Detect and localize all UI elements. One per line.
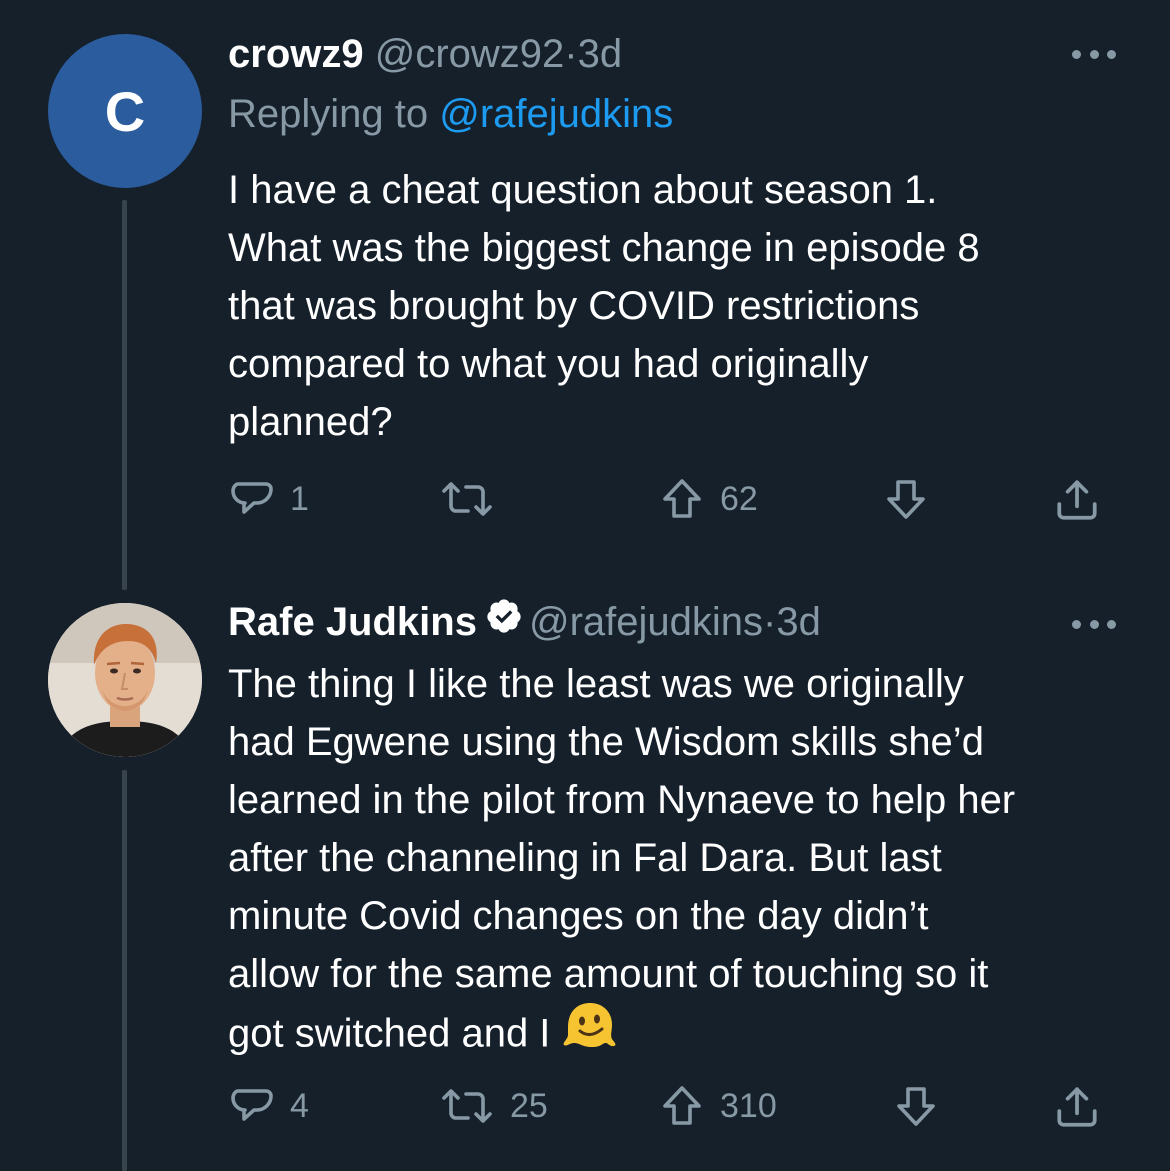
thread-line-bottom [122,770,127,1171]
downvote-button[interactable] [882,475,930,523]
tweet-text: The thing I like the least was we origin… [228,655,1015,1069]
reply-button[interactable]: 4 [228,1082,309,1130]
tweet-text-line: learned in the pilot from Nynaeve to hel… [228,778,1016,822]
thread-line-top [122,200,127,590]
melting-face-emoji [562,999,618,1065]
upvote-count: 62 [720,479,758,518]
separator-dot: · [564,32,578,76]
share-icon [1057,1087,1097,1127]
retweet-count: 25 [510,1086,548,1125]
reply-button[interactable]: 1 [228,475,309,523]
tweet-text-line: allow for the same amount of touching so… [228,952,989,996]
upvote-button[interactable]: 62 [658,475,758,523]
avatar-letter: C [104,79,146,143]
share-button[interactable] [1052,1082,1102,1132]
tweet-text-line: got switched and I [228,1003,1015,1069]
tweet-text-line: The thing I like the least was we origin… [228,662,964,706]
reply-count: 4 [290,1086,309,1125]
timestamp[interactable]: 3d [578,32,623,76]
share-icon [1057,480,1097,520]
upvote-icon [663,479,701,518]
reply-icon [231,482,273,514]
replying-prefix: Replying to [228,92,429,136]
tweet-header: Rafe Judkins @rafejudkins·3d [228,598,821,649]
action-bar: 4 25 310 [228,1082,1108,1132]
tweet-text-line: planned? [228,400,393,444]
tweet-text-line: had Egwene using the Wisdom skills she’d [228,720,984,764]
separator-dot: · [763,600,777,644]
tweet-text-line: that was brought by COVID restrictions [228,284,920,328]
handle[interactable]: @crowz92 [375,32,565,76]
upvote-count: 310 [720,1086,777,1125]
display-name[interactable]: Rafe Judkins [228,600,477,644]
reply-icon [231,1089,273,1121]
share-button[interactable] [1052,475,1102,525]
reply-count: 1 [290,479,309,518]
verified-badge-icon [485,597,523,646]
downvote-icon [887,480,925,519]
avatar-photo [48,603,202,757]
tweet-text-line: minute Covid changes on the day didn’t [228,894,929,938]
timestamp[interactable]: 3d [776,600,821,644]
retweet-button[interactable] [438,475,510,523]
tweet-text: I have a cheat question about season 1. … [228,161,980,451]
upvote-button[interactable]: 310 [658,1082,777,1130]
upvote-icon [663,1086,701,1125]
avatar[interactable] [48,603,202,757]
downvote-icon [897,1087,935,1126]
downvote-button[interactable] [892,1082,940,1130]
replying-to: Replying to @rafejudkins [228,90,673,138]
tweet-text-line: What was the biggest change in episode 8 [228,226,980,270]
avatar[interactable]: C [48,34,202,188]
retweet-icon [442,1089,492,1123]
more-icon[interactable] [1072,618,1116,630]
replying-mention-link[interactable]: @rafejudkins [439,92,673,136]
display-name[interactable]: crowz9 [228,32,364,76]
tweet-text-line: compared to what you had originally [228,342,869,386]
more-icon[interactable] [1072,48,1116,60]
tweet-header: crowz9 @crowz92·3d [228,30,622,78]
tweet-text-line: I have a cheat question about season 1. [228,168,938,212]
retweet-button[interactable]: 25 [438,1082,548,1130]
tweet-text-line: after the channeling in Fal Dara. But la… [228,836,942,880]
handle[interactable]: @rafejudkins [529,600,763,644]
retweet-icon [442,482,492,516]
tweet-text-line-end: got switched and I [228,1011,551,1056]
action-bar: 1 62 [228,475,1108,525]
